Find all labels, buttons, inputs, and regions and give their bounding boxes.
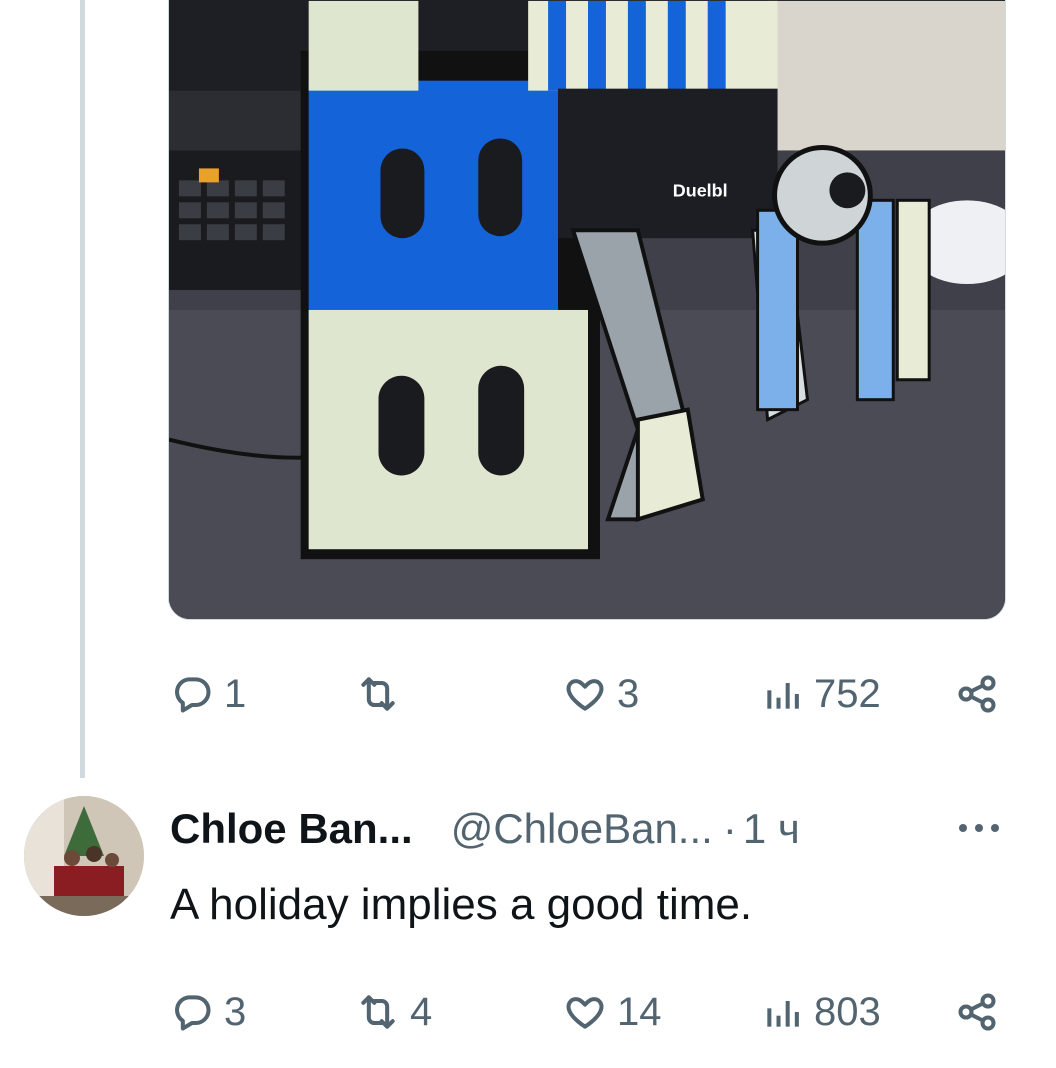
retweet-icon bbox=[361, 995, 395, 1029]
views-icon bbox=[767, 1001, 799, 1027]
media-photo: Duelbl bbox=[169, 0, 1005, 619]
views-button[interactable]: 803 bbox=[760, 982, 881, 1042]
like-button[interactable]: 3 bbox=[563, 664, 639, 724]
timestamp[interactable]: 1 ч bbox=[743, 805, 800, 853]
like-icon bbox=[566, 679, 604, 711]
avatar-photo bbox=[24, 796, 144, 916]
share-button[interactable] bbox=[955, 664, 999, 724]
reply-icon bbox=[175, 995, 211, 1031]
tweet-text: A holiday implies a good time. bbox=[170, 880, 753, 929]
tweet-media-image[interactable]: Duelbl bbox=[168, 0, 1006, 620]
author-handle[interactable]: @ChloeBan... bbox=[451, 805, 713, 853]
tweet2-action-bar: 3 4 14 803 bbox=[0, 982, 1056, 1042]
like-icon bbox=[566, 997, 604, 1029]
avatar[interactable] bbox=[24, 796, 144, 916]
tweet2-header: Chloe Ban... @ChloeBan... · 1 ч bbox=[170, 804, 800, 854]
share-icon bbox=[958, 993, 996, 1031]
reply-button[interactable]: 1 bbox=[170, 664, 246, 724]
author-name[interactable]: Chloe Ban... bbox=[170, 805, 413, 853]
views-icon bbox=[767, 683, 799, 709]
reply-button[interactable]: 3 bbox=[170, 982, 246, 1042]
views-count: 752 bbox=[814, 671, 881, 716]
separator-dot: · bbox=[722, 805, 737, 852]
reply-count: 3 bbox=[224, 989, 247, 1034]
retweet-icon bbox=[361, 677, 395, 711]
retweet-count: 4 bbox=[410, 989, 433, 1034]
like-count: 14 bbox=[617, 989, 662, 1034]
reply-icon bbox=[175, 677, 211, 713]
share-icon bbox=[958, 675, 996, 713]
more-options-button[interactable] bbox=[955, 808, 1003, 848]
jersey-brand-text: Duelbl bbox=[673, 180, 728, 200]
views-button[interactable]: 752 bbox=[760, 664, 881, 724]
like-count: 3 bbox=[617, 671, 640, 716]
thread-connector-line bbox=[80, 0, 85, 778]
tweet1-action-bar: 1 3 752 bbox=[0, 664, 1056, 724]
more-icon bbox=[959, 824, 999, 832]
views-count: 803 bbox=[814, 989, 881, 1034]
like-button[interactable]: 14 bbox=[563, 982, 662, 1042]
retweet-button[interactable]: 4 bbox=[356, 982, 432, 1042]
reply-count: 1 bbox=[224, 671, 247, 716]
retweet-button[interactable] bbox=[356, 664, 410, 724]
share-button[interactable] bbox=[955, 982, 999, 1042]
